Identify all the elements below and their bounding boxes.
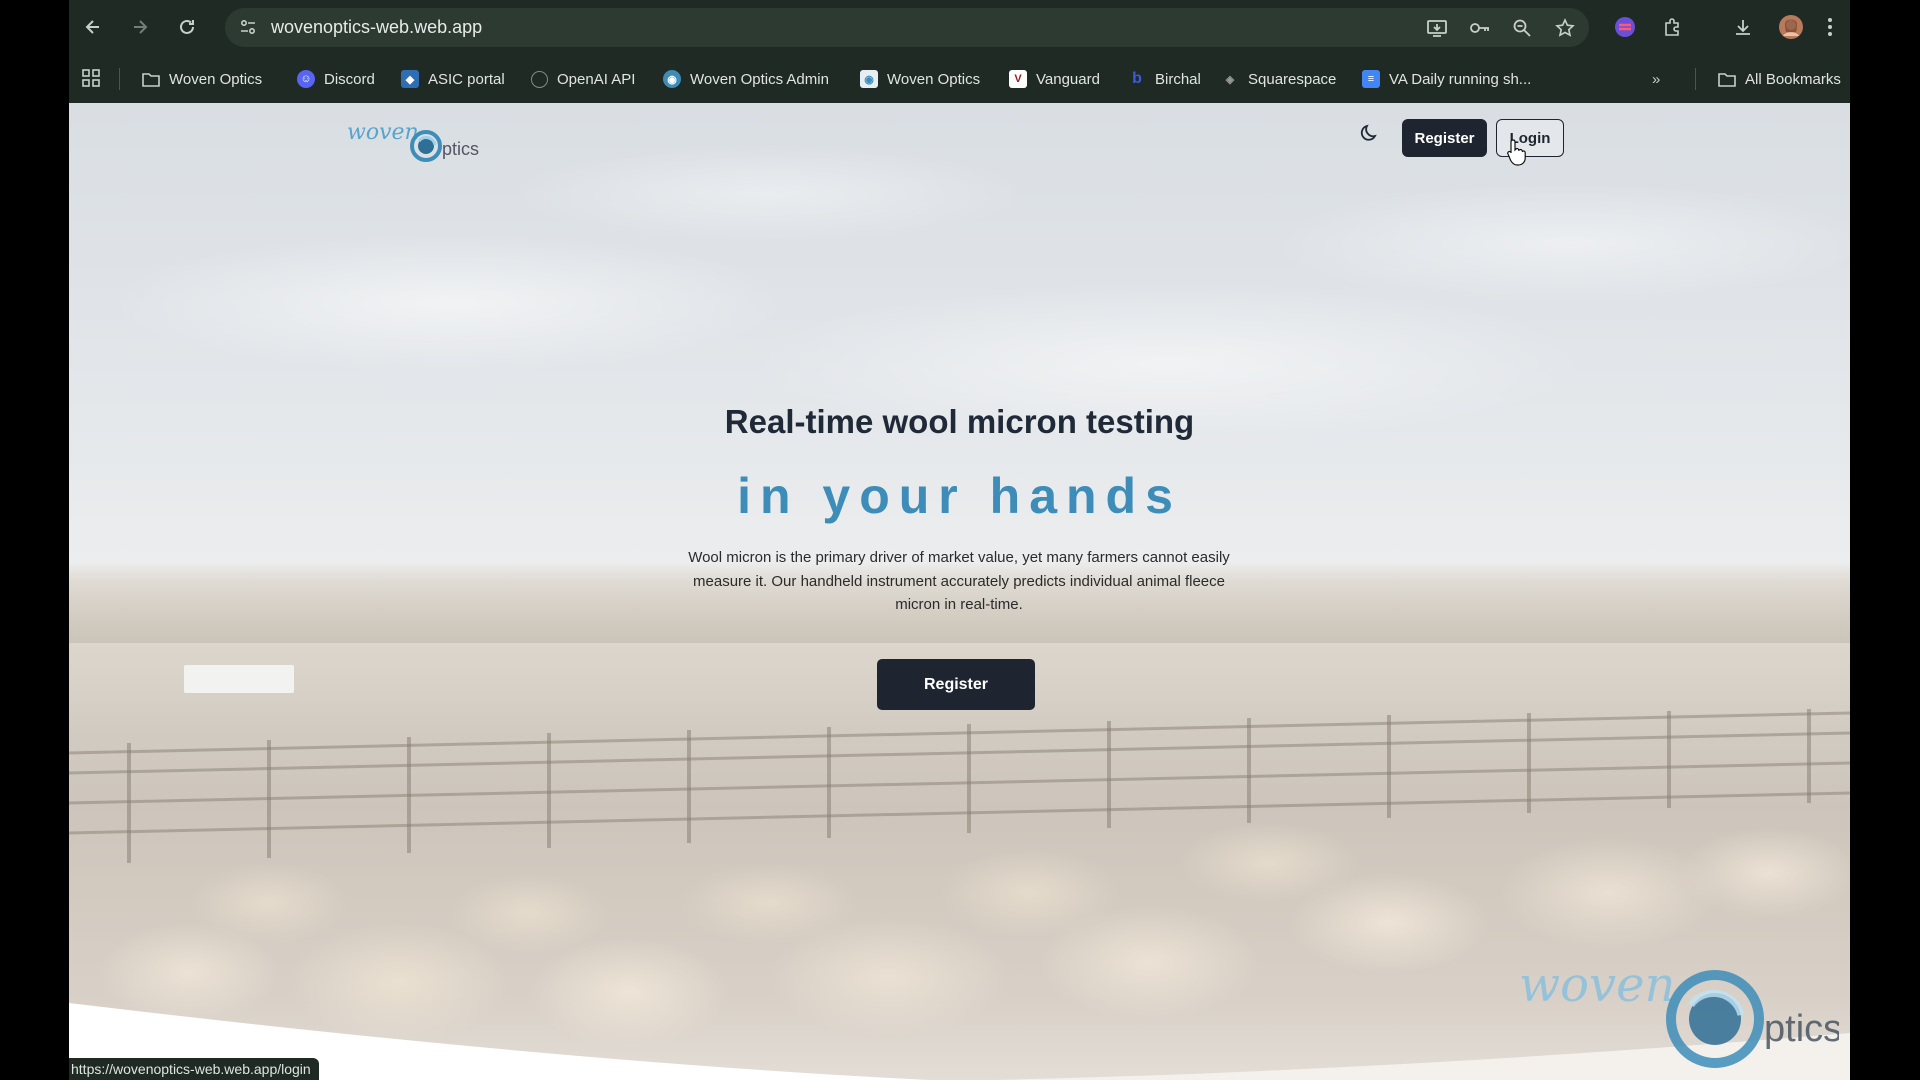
zoom-icon[interactable] [1508,14,1536,42]
watermark-logo: woven ptics [1519,953,1842,1075]
vanguard-icon: V [1009,70,1027,88]
svg-text:woven: woven [1519,957,1675,1013]
status-link-preview: https://wovenoptics-web.web.app/login [69,1058,319,1080]
all-bookmarks-label: All Bookmarks [1745,70,1841,88]
asic-icon: ◆ [401,70,419,88]
address-bar[interactable]: wovenoptics-web.web.app [225,8,1589,47]
install-app-icon[interactable] [1423,14,1451,42]
bookmark-item[interactable]: OpenAI API [531,67,635,91]
nav-register-button[interactable]: Register [1402,119,1487,157]
bookmark-item[interactable]: ☺ Discord [297,67,375,91]
bookmark-label: Squarespace [1248,70,1337,88]
squarespace-icon: ◈ [1225,73,1235,86]
hero-subtitle: in your hands [737,468,1182,524]
openai-icon [531,70,548,88]
bookmark-label: ASIC portal [428,70,505,88]
hero-description: Wool micron is the primary driver of mar… [688,549,1230,613]
folder-icon [1718,70,1736,88]
back-icon[interactable] [79,13,107,41]
bookmark-label: OpenAI API [557,70,636,88]
password-key-icon[interactable] [1466,14,1494,42]
forward-icon[interactable] [126,13,154,41]
bookmark-item[interactable]: V Vanguard [1009,67,1100,91]
apps-grid-icon[interactable] [81,66,101,90]
site-logo[interactable]: woven ptics [347,115,507,165]
moon-icon[interactable] [1355,118,1385,148]
extensions-puzzle-icon[interactable] [1659,13,1687,41]
bookmarks-separator [119,68,120,90]
more-bookmarks-chevron-icon[interactable]: » [1652,67,1660,91]
google-docs-icon: ≡ [1362,70,1380,88]
page-viewport: woven ptics Register Login Real-time woo… [69,103,1850,1080]
bookmarks-separator [1695,68,1696,90]
download-icon[interactable] [1729,13,1757,41]
svg-text:woven: woven [347,120,419,145]
menu-kebab-icon[interactable] [1816,13,1844,41]
mouse-hand-cursor-icon [1507,139,1526,166]
svg-text:ptics: ptics [442,139,479,159]
bookmark-label: Vanguard [1036,70,1100,88]
bookmark-label: Woven Optics [169,70,263,88]
bookmark-star-icon[interactable] [1551,14,1579,42]
bookmark-item[interactable]: ◈ Squarespace [1221,67,1337,91]
bookmark-label: Birchal [1155,70,1201,88]
bookmark-label: Woven Optics [887,70,981,88]
bookmark-item[interactable]: ◉ Woven Optics [860,67,980,91]
all-bookmarks-folder[interactable]: All Bookmarks [1718,67,1841,91]
extension-profile-icon[interactable] [1611,13,1639,41]
woven-optics-icon: ◉ [860,70,878,88]
hero-register-button[interactable]: Register [877,659,1035,710]
discord-icon: ☺ [297,70,315,88]
bookmark-item[interactable]: b Birchal [1128,67,1201,91]
browser-window: wovenoptics-web.web.app Woven Optics ☺ D… [69,0,1850,1080]
browser-toolbar: wovenoptics-web.web.app [69,0,1850,55]
hero-title: Real-time wool micron testing [724,403,1195,440]
site-info-icon[interactable] [235,14,261,40]
bookmark-label: Woven Optics Admin [690,70,829,88]
birchal-icon: b [1132,70,1142,87]
bookmark-item[interactable]: Woven Optics [142,67,262,91]
svg-text:ptics: ptics [1764,1008,1839,1050]
bookmark-item[interactable]: ◆ ASIC portal [401,67,505,91]
bookmarks-bar: Woven Optics ☺ Discord ◆ ASIC portal Ope… [69,55,1850,103]
bookmark-label: Discord [324,70,375,88]
shed-image [184,665,294,693]
woven-optics-icon: ◉ [663,70,681,88]
folder-icon [142,70,160,88]
avatar[interactable] [1777,13,1805,41]
bookmark-label: VA Daily running sh... [1389,70,1532,88]
reload-icon[interactable] [173,13,201,41]
bookmark-item[interactable]: ≡ VA Daily running sh... [1362,67,1531,91]
url-text[interactable]: wovenoptics-web.web.app [271,17,482,38]
bookmark-item[interactable]: ◉ Woven Optics Admin [663,67,829,91]
